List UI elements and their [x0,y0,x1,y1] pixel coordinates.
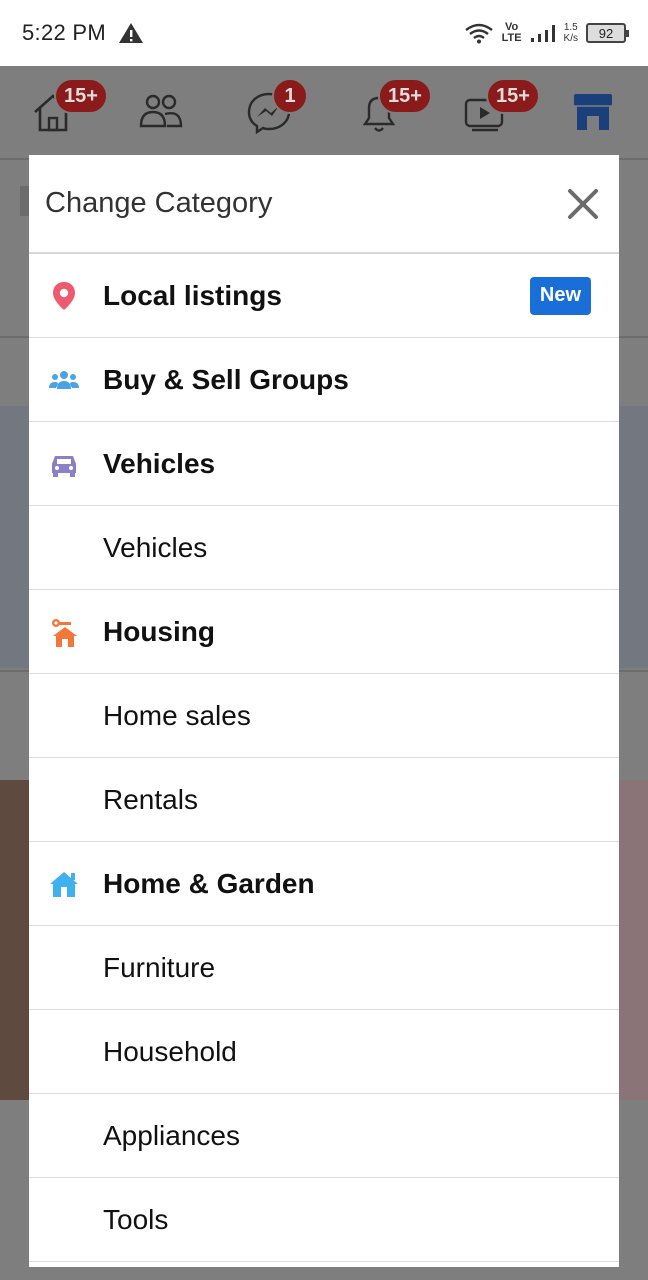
close-button[interactable] [563,184,603,224]
groups-icon [47,363,81,397]
new-badge: New [529,276,591,315]
home-icon [47,867,81,901]
bg-photo [618,780,648,1100]
category-household[interactable]: Household [29,1010,619,1094]
category-list: Local listings New Buy & Sell Groups Veh… [29,254,619,1262]
category-housing[interactable]: Housing [29,590,619,674]
category-label: Tools [103,1203,169,1235]
location-pin-icon [47,279,81,313]
change-category-dialog: Change Category Local listings New Buy &… [29,155,619,1267]
nav-friends[interactable] [138,90,188,136]
category-tools[interactable]: Tools [29,1178,619,1262]
network-speed: 1.5 K/s [563,22,578,44]
category-label: Vehicles [103,447,216,479]
category-vehicles[interactable]: Vehicles [29,506,619,590]
dialog-title: Change Category [45,187,273,219]
clock: 5:22 PM [22,20,107,45]
nav-marketplace[interactable] [570,90,620,136]
category-label: Home & Garden [103,867,315,899]
category-local-listings[interactable]: Local listings New [29,254,619,338]
category-vehicles-header[interactable]: Vehicles [29,422,619,506]
marketplace-icon [574,94,612,130]
bg-photo [0,780,30,1100]
car-icon [47,447,81,481]
category-appliances[interactable]: Appliances [29,1094,619,1178]
category-rentals[interactable]: Rentals [29,758,619,842]
house-key-icon [47,615,81,649]
category-label: Buy & Sell Groups [103,363,349,395]
category-label: Local listings [103,279,282,311]
category-label: Appliances [103,1119,240,1151]
home-badge: 15+ [54,78,108,114]
notifications-badge: 15+ [378,78,432,114]
category-label: Household [103,1035,237,1067]
category-label: Rentals [103,783,198,815]
category-label: Housing [103,615,215,647]
dialog-header: Change Category [29,155,619,254]
close-icon [568,188,598,219]
top-nav: 15+ 1 15+ 15+ [0,66,648,160]
category-label: Home sales [103,699,251,731]
messenger-badge: 1 [272,78,308,114]
status-bar: 5:22 PM Vo LTE 1.5 K/s 92 [0,0,648,66]
category-home-garden[interactable]: Home & Garden [29,842,619,926]
wifi-icon [464,23,493,44]
volte-indicator: Vo LTE [501,21,522,44]
category-label: Vehicles [103,531,208,563]
signal-icon [530,25,555,42]
battery-indicator: 92 [586,23,629,43]
category-home-sales[interactable]: Home sales [29,674,619,758]
watch-badge: 15+ [486,78,540,114]
category-buy-sell-groups[interactable]: Buy & Sell Groups [29,338,619,422]
friends-icon [139,94,183,128]
category-label: Furniture [103,951,216,983]
warning-icon [119,23,144,43]
category-furniture[interactable]: Furniture [29,926,619,1010]
